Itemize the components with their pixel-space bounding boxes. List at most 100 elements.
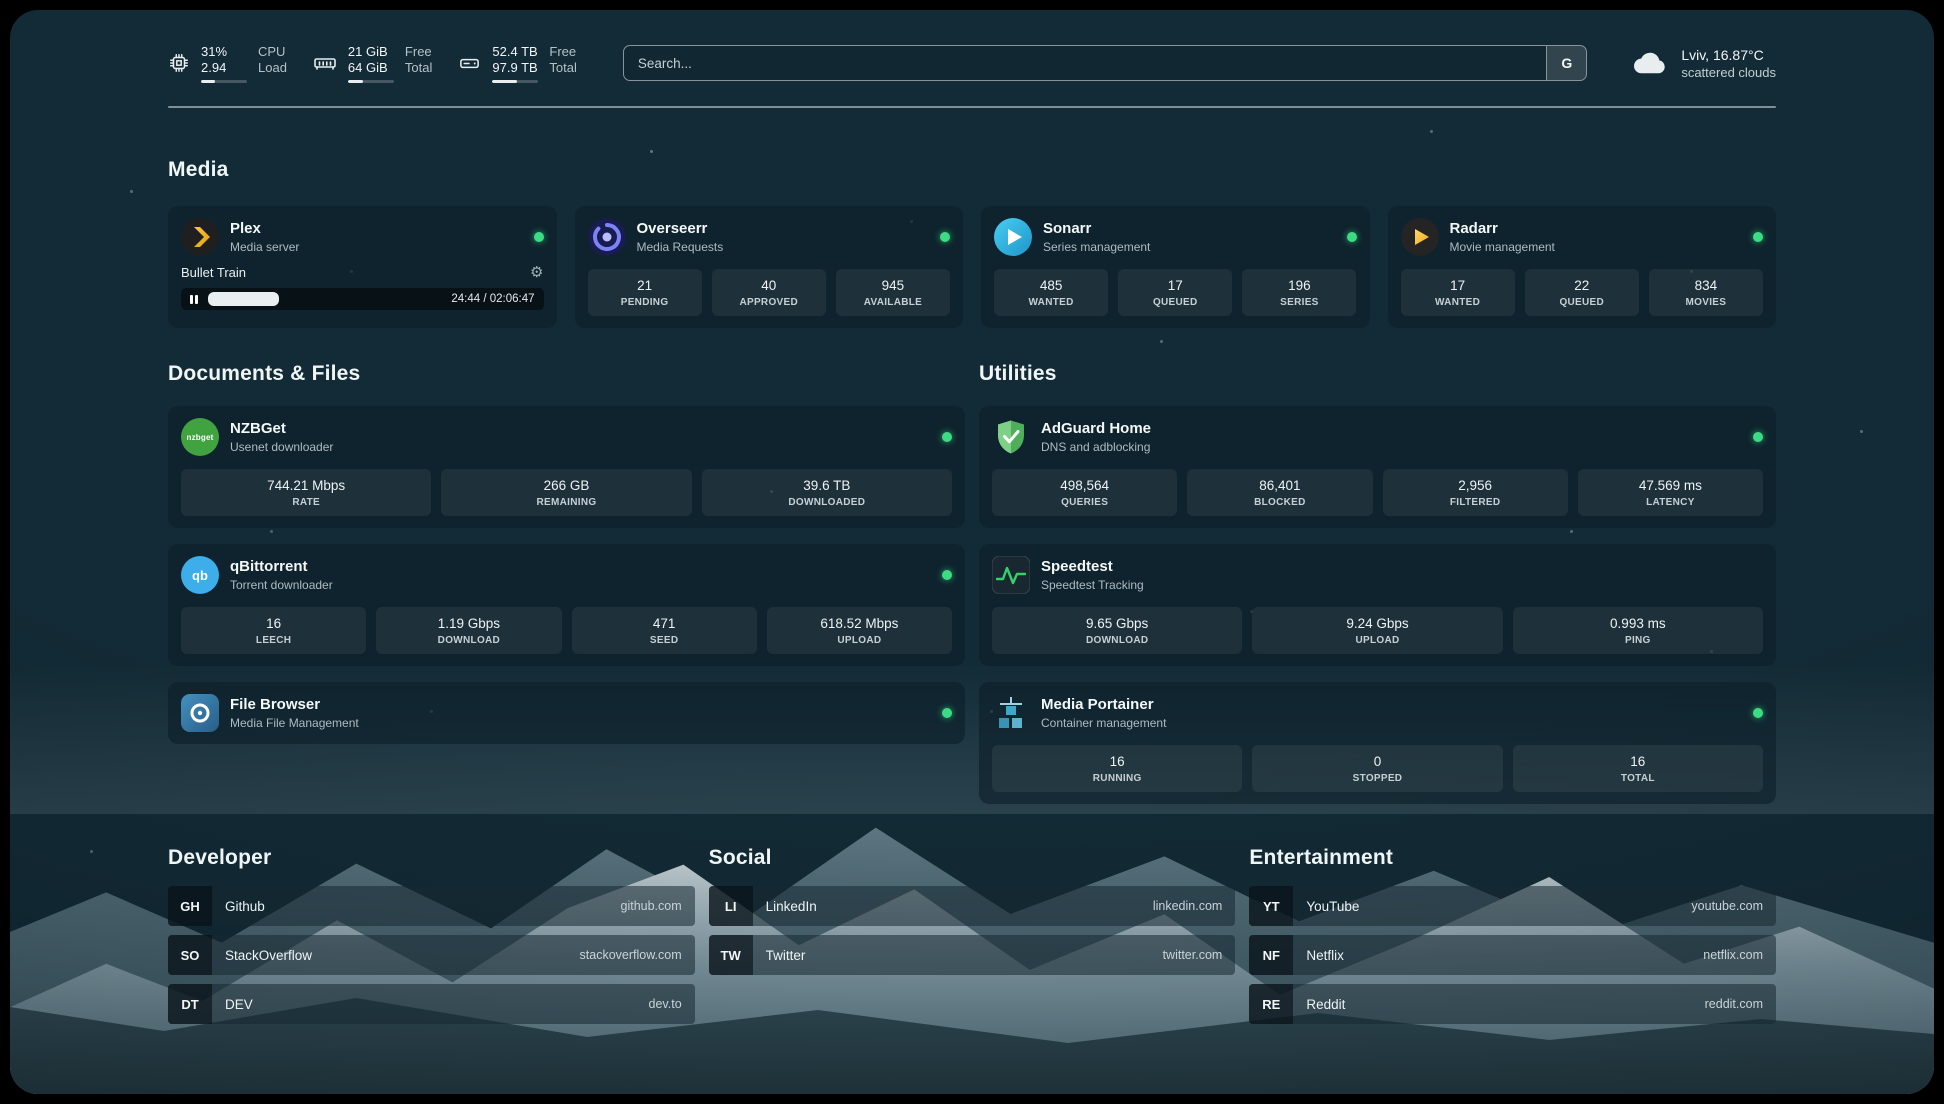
card-sonarr[interactable]: Sonarr Series management 485WANTED 17QUE… <box>981 206 1370 328</box>
stat-tile: 22QUEUED <box>1525 269 1639 316</box>
header-divider <box>168 106 1776 108</box>
overseerr-icon <box>588 218 626 256</box>
app-name: Media Portainer <box>1041 695 1742 714</box>
bookmark-name: Github <box>225 899 265 914</box>
bookmark-group-social: Social LI LinkedIn linkedin.com TW Twitt… <box>709 804 1236 975</box>
section-title-media: Media <box>168 158 1776 182</box>
card-radarr[interactable]: Radarr Movie management 17WANTED 22QUEUE… <box>1388 206 1777 328</box>
dashboard-content: 31% 2.94 CPU Load 21 GiB 64 GiB <box>10 10 1934 1094</box>
status-dot <box>942 570 952 580</box>
app-subtitle: Media server <box>230 239 523 255</box>
card-portainer[interactable]: Media Portainer Container management 16R… <box>979 682 1776 804</box>
header: 31% 2.94 CPU Load 21 GiB 64 GiB <box>168 34 1776 92</box>
card-head: qb qBittorrent Torrent downloader <box>181 556 952 594</box>
stats-row: 744.21 MbpsRATE 266 GBREMAINING 39.6 TBD… <box>181 469 952 516</box>
stat-tile: 485WANTED <box>994 269 1108 316</box>
bookmark-abbr: SO <box>168 935 212 975</box>
app-name: Overseerr <box>637 219 930 238</box>
gear-icon[interactable]: ⚙ <box>530 265 543 280</box>
bookmark-group-developer: Developer GH Github github.com SO StackO… <box>168 804 695 1024</box>
card-adguard[interactable]: AdGuard Home DNS and adblocking 498,564Q… <box>979 406 1776 528</box>
disk-icon <box>458 52 481 75</box>
stat-tile: 16TOTAL <box>1513 745 1763 792</box>
app-subtitle: Speedtest Tracking <box>1041 577 1763 593</box>
stat-tile: 196SERIES <box>1242 269 1356 316</box>
weather-location-temp: Lviv, 16.87°C <box>1681 46 1776 64</box>
card-head: AdGuard Home DNS and adblocking <box>992 418 1763 456</box>
section-title-documents: Documents & Files <box>168 362 965 386</box>
app-name: NZBGet <box>230 419 931 438</box>
radarr-icon <box>1401 218 1439 256</box>
bookmark-url: reddit.com <box>1705 997 1763 1011</box>
bookmark-dev[interactable]: DT DEV dev.to <box>168 984 695 1024</box>
adguard-icon <box>992 418 1030 456</box>
stat-tile: 9.24 GbpsUPLOAD <box>1252 607 1502 654</box>
bookmark-name: Twitter <box>766 948 806 963</box>
stat-tile: 2,956FILTERED <box>1383 469 1568 516</box>
stat-tile: 0STOPPED <box>1252 745 1502 792</box>
stat-tile: 21PENDING <box>588 269 702 316</box>
cpu-icon <box>168 52 190 74</box>
card-head: Media Portainer Container management <box>992 694 1763 732</box>
bookmark-abbr: YT <box>1249 886 1293 926</box>
status-dot <box>1753 432 1763 442</box>
bookmark-abbr: DT <box>168 984 212 1024</box>
card-qbittorrent[interactable]: qb qBittorrent Torrent downloader 16LEEC… <box>168 544 965 666</box>
disk-labels: Free Total <box>549 44 576 83</box>
media-grid: Plex Media server Bullet Train ⚙ 24:44 /… <box>168 206 1776 328</box>
bookmark-twitter[interactable]: TW Twitter twitter.com <box>709 935 1236 975</box>
card-head: File Browser Media File Management <box>181 694 952 732</box>
stats-row: 21PENDING 40APPROVED 945AVAILABLE <box>588 269 951 316</box>
memory-values: 21 GiB 64 GiB <box>348 44 394 83</box>
speedtest-icon <box>992 556 1030 594</box>
stat-tile: 16RUNNING <box>992 745 1242 792</box>
playback-time: 24:44 / 02:06:47 <box>451 293 534 305</box>
bookmark-github[interactable]: GH Github github.com <box>168 886 695 926</box>
status-dot <box>940 232 950 242</box>
pause-icon[interactable] <box>190 295 198 304</box>
plex-progress-bar[interactable]: 24:44 / 02:06:47 <box>181 288 544 310</box>
app-subtitle: Movie management <box>1450 239 1743 255</box>
bookmark-reddit[interactable]: RE Reddit reddit.com <box>1249 984 1776 1024</box>
card-head: nzbget NZBGet Usenet downloader <box>181 418 952 456</box>
card-speedtest[interactable]: Speedtest Speedtest Tracking 9.65 GbpsDO… <box>979 544 1776 666</box>
card-filebrowser[interactable]: File Browser Media File Management <box>168 682 965 744</box>
bookmark-netflix[interactable]: NF Netflix netflix.com <box>1249 935 1776 975</box>
stat-tile: 86,401BLOCKED <box>1187 469 1372 516</box>
bookmark-name: LinkedIn <box>766 899 817 914</box>
bookmark-url: twitter.com <box>1163 948 1223 962</box>
stat-tile: 834MOVIES <box>1649 269 1763 316</box>
card-head: Sonarr Series management <box>994 218 1357 256</box>
memory-free: 21 GiB <box>348 44 394 60</box>
card-head: Overseerr Media Requests <box>588 218 951 256</box>
cpu-load: 2.94 <box>201 60 247 76</box>
search-input[interactable] <box>624 46 1546 80</box>
disk-total: 97.9 TB <box>492 60 538 76</box>
card-plex[interactable]: Plex Media server Bullet Train ⚙ 24:44 /… <box>168 206 557 328</box>
homepage-dashboard: 31% 2.94 CPU Load 21 GiB 64 GiB <box>10 10 1934 1094</box>
bookmark-linkedin[interactable]: LI LinkedIn linkedin.com <box>709 886 1236 926</box>
memory-icon <box>313 51 337 75</box>
stat-tile: 17WANTED <box>1401 269 1515 316</box>
card-overseerr[interactable]: Overseerr Media Requests 21PENDING 40APP… <box>575 206 964 328</box>
cloud-icon <box>1631 44 1669 82</box>
bookmark-abbr: TW <box>709 935 753 975</box>
stat-tile: 9.65 GbpsDOWNLOAD <box>992 607 1242 654</box>
cpu-labels: CPU Load <box>258 44 287 83</box>
bookmark-stackoverflow[interactable]: SO StackOverflow stackoverflow.com <box>168 935 695 975</box>
stat-tile: 39.6 TBDOWNLOADED <box>702 469 952 516</box>
bookmarks-grid: Developer GH Github github.com SO StackO… <box>168 804 1776 1024</box>
section-title-developer: Developer <box>168 846 695 870</box>
stat-tile: 16LEECH <box>181 607 366 654</box>
middle-columns: Documents & Files nzbget NZBGet Usenet d… <box>168 328 1776 804</box>
status-dot <box>1753 708 1763 718</box>
card-head: Radarr Movie management <box>1401 218 1764 256</box>
disk-widget: 52.4 TB 97.9 TB Free Total <box>458 44 576 83</box>
qbittorrent-icon: qb <box>181 556 219 594</box>
card-nzbget[interactable]: nzbget NZBGet Usenet downloader 744.21 M… <box>168 406 965 528</box>
bookmark-group-entertainment: Entertainment YT YouTube youtube.com NF … <box>1249 804 1776 1024</box>
bookmark-youtube[interactable]: YT YouTube youtube.com <box>1249 886 1776 926</box>
bookmark-url: stackoverflow.com <box>580 948 682 962</box>
app-name: qBittorrent <box>230 557 931 576</box>
search-engine-button[interactable]: G <box>1546 46 1586 80</box>
